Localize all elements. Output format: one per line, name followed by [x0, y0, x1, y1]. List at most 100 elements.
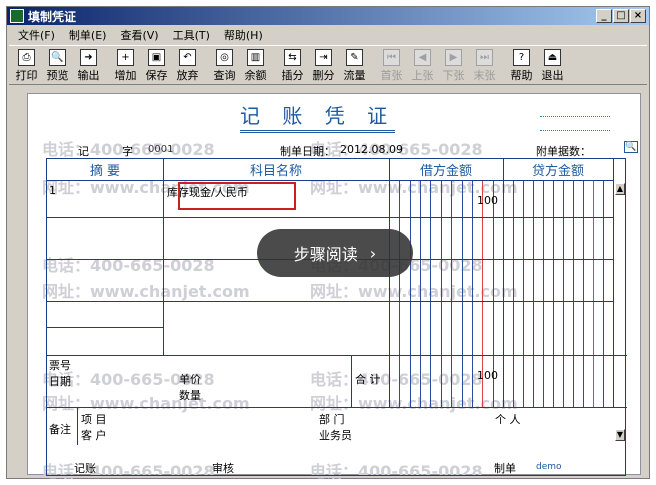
scroll-down-button[interactable]: ▼ [615, 429, 625, 441]
row-divider [47, 355, 627, 356]
preview-icon: 🔍 [49, 49, 66, 66]
voucher-type[interactable]: 记 [78, 143, 89, 159]
debit-cell[interactable]: 100 [477, 194, 498, 207]
entry-grid: 摘 要 科目名称 借方金额 贷方金额 1 库存现金/人民币 100 票号 日期 … [46, 158, 627, 476]
close-button[interactable]: × [630, 9, 646, 23]
amount-gridline [573, 181, 574, 407]
toolbar-insert-split-button[interactable]: ⇆ 插分 [277, 49, 308, 84]
preparer-name: demo [536, 462, 562, 472]
toolbar-label: 查询 [213, 69, 236, 82]
window-title: 填制凭证 [28, 9, 77, 24]
toolbar-label: 下张 [442, 69, 465, 82]
maximize-button[interactable]: □ [613, 9, 629, 23]
toolbar-save-button[interactable]: ▣ 保存 [141, 49, 172, 84]
date-label: 制单日期： [280, 145, 335, 158]
add-icon: + [117, 49, 134, 66]
amount-gridline [593, 181, 594, 407]
preparer-label: 制单 [494, 462, 516, 475]
amount-gridline [420, 181, 422, 407]
menu-bar: 文件(F) 制单(E) 查看(V) 工具(T) 帮助(H) [7, 26, 649, 44]
ticket-label: 票号 [49, 359, 71, 372]
dotted-line [540, 130, 610, 131]
individual-label: 个 人 [495, 413, 521, 426]
amount-gridline [563, 181, 564, 407]
menu-view[interactable]: 查看(V) [113, 27, 165, 43]
toolbar-cashflow-button[interactable]: ✎ 流量 [339, 49, 370, 84]
total-label: 合 计 [355, 373, 381, 386]
toolbar-label: 上张 [411, 69, 434, 82]
amount-gridline [451, 181, 453, 407]
step-reading-label: 步骤阅读 [293, 245, 358, 264]
debit-header: 借方金额 [389, 159, 503, 181]
toolbar-label: 帮助 [510, 69, 533, 82]
amount-gridline [543, 181, 544, 407]
dotted-line [540, 116, 610, 117]
menu-voucher[interactable]: 制单(E) [62, 27, 114, 43]
toolbar-label: 余额 [244, 69, 267, 82]
toolbar-exit-button[interactable]: ⏏ 退出 [537, 49, 568, 84]
voucher-title: 记 账 凭 证 [240, 100, 396, 133]
column-divider [389, 159, 390, 407]
insert-split-icon: ⇆ [284, 49, 301, 66]
toolbar-next-button[interactable]: ▶ 下张 [438, 49, 469, 84]
toolbar-label: 首张 [380, 69, 403, 82]
amount-gridline [409, 181, 411, 407]
menu-help[interactable]: 帮助(H) [217, 27, 270, 43]
remark-label: 备注 [49, 423, 71, 436]
voucher-date[interactable]: 2012.08.09 [340, 143, 403, 156]
credit-header: 贷方金额 [503, 159, 613, 181]
first-icon: ⏮ [383, 49, 400, 66]
toolbar-export-button[interactable]: ➜ 输出 [73, 49, 104, 84]
voucher-document: 电话：400-665-0028 电话：400-665-0028 网址：www.c… [27, 93, 641, 481]
magnifier-icon[interactable]: 🔍 [624, 141, 638, 153]
next-icon: ▶ [445, 49, 462, 66]
print-icon: ⎙ [18, 49, 35, 66]
menu-tools[interactable]: 工具(T) [166, 27, 217, 43]
quantity-label: 数量 [179, 389, 201, 402]
row-divider [47, 407, 627, 408]
toolbar-balance-button[interactable]: ▥ 余额 [240, 49, 271, 84]
amount-gridline [523, 181, 524, 407]
date-field-label: 日期 [49, 375, 71, 388]
amount-gridline [533, 181, 534, 407]
toolbar-last-button[interactable]: ⏭ 末张 [469, 49, 500, 84]
customer-label: 客 户 [81, 429, 107, 442]
toolbar-add-button[interactable]: + 增加 [110, 49, 141, 84]
cashflow-icon: ✎ [346, 49, 363, 66]
delete-split-icon: ⇥ [315, 49, 332, 66]
toolbar-preview-button[interactable]: 🔍 预览 [42, 49, 73, 84]
summary-header: 摘 要 [47, 159, 163, 181]
summary-cell[interactable]: 1 [49, 184, 56, 197]
toolbar-print-button[interactable]: ⎙ 打印 [11, 49, 42, 84]
bookkeeper-label: 记账 [74, 462, 96, 475]
project-label: 项 目 [81, 413, 107, 426]
amount-gridline [471, 181, 473, 407]
title-bar: 填制凭证 _ □ × [7, 7, 649, 25]
amount-gridline [440, 181, 442, 407]
toolbar-prev-button[interactable]: ◀ 上张 [407, 49, 438, 84]
unit-price-label: 单价 [179, 373, 201, 386]
toolbar-discard-button[interactable]: ↶ 放弃 [172, 49, 203, 84]
save-icon: ▣ [148, 49, 165, 66]
scroll-up-button[interactable]: ▲ [615, 183, 625, 195]
discard-icon: ↶ [179, 49, 196, 66]
toolbar: ⎙ 打印 🔍 预览 ➜ 输出 + 增加 ▣ 保存 ↶ 放弃 ◎ 查询 ▥ 余额 ⇆ 插分 ⇥ 删分 ✎ 流量 ⏮ 首张 ◀ 上张 ▶… [9, 45, 647, 85]
department-label: 部 门 [319, 413, 345, 426]
toolbar-query-button[interactable]: ◎ 查询 [209, 49, 240, 84]
amount-gridline [461, 181, 463, 407]
total-debit: 100 [477, 369, 498, 382]
step-reading-button[interactable]: 步骤阅读 › [257, 229, 413, 277]
column-divider [613, 159, 614, 407]
toolbar-help-button[interactable]: ? 帮助 [506, 49, 537, 84]
toolbar-delete-split-button[interactable]: ⇥ 删分 [308, 49, 339, 84]
menu-file[interactable]: 文件(F) [11, 27, 62, 43]
row-divider [47, 327, 163, 328]
exit-icon: ⏏ [544, 49, 561, 66]
toolbar-label: 输出 [77, 69, 100, 82]
export-icon: ➜ [80, 49, 97, 66]
help-icon: ? [513, 49, 530, 66]
column-divider [503, 159, 504, 407]
minimize-button[interactable]: _ [596, 9, 612, 23]
toolbar-first-button[interactable]: ⏮ 首张 [376, 49, 407, 84]
toolbar-label: 打印 [15, 69, 38, 82]
